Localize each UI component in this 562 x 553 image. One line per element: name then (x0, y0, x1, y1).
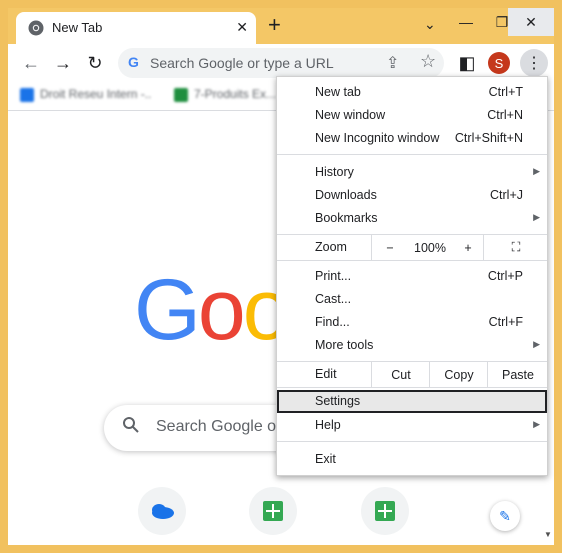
menu-item-history[interactable]: History ▶ (277, 161, 547, 184)
cut-button[interactable]: Cut (371, 362, 430, 387)
menu-item-label: Settings (315, 394, 361, 408)
scroll-down-icon[interactable]: ▼ (544, 530, 552, 539)
window-close-button[interactable]: ✕ (508, 8, 554, 36)
bookmark-item[interactable]: 7-Produits Ex... (174, 87, 276, 102)
chrome-menu: New tab Ctrl+T New window Ctrl+N New Inc… (276, 76, 548, 476)
menu-button[interactable]: ⋮ (520, 49, 548, 77)
bookmark-label: 7-Produits Ex... (194, 87, 277, 101)
reload-icon[interactable]: ↻ (82, 50, 108, 76)
forward-icon[interactable]: → (50, 50, 76, 76)
menu-item-label: Zoom (315, 240, 347, 254)
menu-edit-row: Edit Cut Copy Paste (277, 362, 547, 387)
side-panel-icon[interactable]: ◧ (454, 50, 480, 76)
avatar[interactable]: S (488, 52, 510, 74)
menu-item-shortcut: Ctrl+N (487, 108, 523, 122)
menu-zoom-row: Zoom − 100% + ⛶ (277, 235, 547, 260)
menu-item-shortcut: Ctrl+P (487, 269, 523, 283)
sheets-icon (174, 87, 188, 102)
tab-new-tab[interactable]: New Tab ✕ (16, 12, 256, 44)
shortcut-onedrive[interactable] (138, 487, 186, 535)
menu-item-print[interactable]: Print... Ctrl+P (277, 265, 547, 288)
menu-item-new-tab[interactable]: New tab Ctrl+T (277, 81, 547, 104)
bookmark-label: Droit Reseu Intern -.. (40, 87, 152, 101)
menu-item-bookmarks[interactable]: Bookmarks ▶ (277, 207, 547, 230)
new-tab-button[interactable]: + (268, 12, 281, 38)
menu-divider (277, 260, 547, 261)
shortcut-sheets[interactable] (249, 487, 297, 535)
logo-letter: G (134, 262, 201, 358)
zoom-level: 100% (414, 240, 446, 255)
chrome-icon (28, 20, 44, 36)
omnibox[interactable]: G Search Google or type a URL ⇪ ☆ (118, 48, 444, 78)
menu-item-label: New tab (315, 85, 361, 99)
menu-item-label: Help (315, 418, 341, 432)
menu-item-shortcut: Ctrl+T (488, 85, 523, 99)
menu-item-label: New Incognito window (315, 131, 440, 145)
tab-strip: New Tab ✕ + ⌄ — ❐ ✕ (8, 8, 554, 44)
back-icon[interactable]: ← (18, 50, 44, 76)
menu-item-more-tools[interactable]: More tools ▶ (277, 334, 547, 357)
menu-item-label: Exit (315, 452, 336, 466)
menu-divider (277, 387, 547, 388)
logo-letter: o (197, 262, 246, 358)
shortcut-sheets[interactable] (361, 487, 409, 535)
search-placeholder: Search Google or (156, 418, 282, 435)
submenu-arrow-icon: ▶ (533, 339, 540, 349)
bookmark-star-icon[interactable]: ☆ (420, 51, 436, 72)
customize-pencil-icon[interactable]: ✎ (490, 501, 520, 531)
menu-divider (277, 154, 547, 155)
paste-button[interactable]: Paste (487, 362, 548, 387)
menu-item-downloads[interactable]: Downloads Ctrl+J (277, 184, 547, 207)
menu-item-exit[interactable]: Exit (277, 448, 547, 471)
menu-item-label: Bookmarks (315, 211, 378, 225)
menu-item-label: History (315, 165, 354, 179)
menu-item-new-window[interactable]: New window Ctrl+N (277, 104, 547, 127)
menu-item-label: Downloads (315, 188, 377, 202)
tab-title: New Tab (52, 20, 103, 35)
menu-item-shortcut: Ctrl+Shift+N (454, 131, 523, 145)
menu-divider (277, 441, 547, 442)
menu-item-label: New window (315, 108, 386, 122)
submenu-arrow-icon: ▶ (533, 419, 540, 429)
bookmark-item[interactable]: Droit Reseu Intern -.. (20, 87, 151, 102)
zoom-out-button[interactable]: − (371, 235, 408, 260)
menu-item-settings[interactable]: Settings (277, 390, 547, 413)
menu-item-find[interactable]: Find... Ctrl+F (277, 311, 547, 334)
menu-item-help[interactable]: Help ▶ (277, 414, 547, 437)
menu-item-incognito[interactable]: New Incognito window Ctrl+Shift+N (277, 127, 547, 150)
zoom-in-button[interactable]: + (453, 235, 483, 260)
tab-search-icon[interactable]: ⌄ (424, 16, 436, 33)
onedrive-icon (20, 87, 34, 102)
menu-item-shortcut: Ctrl+F (488, 315, 523, 329)
menu-item-label: Cast... (315, 292, 352, 306)
submenu-arrow-icon: ▶ (533, 212, 540, 222)
google-logo: Goo (134, 267, 291, 353)
submenu-arrow-icon: ▶ (533, 166, 540, 176)
sheets-icon (375, 501, 395, 521)
omnibox-placeholder: Search Google or type a URL (150, 55, 334, 71)
fullscreen-icon[interactable]: ⛶ (483, 235, 548, 260)
menu-item-cast[interactable]: Cast... (277, 288, 547, 311)
sheets-icon (263, 501, 283, 521)
menu-item-shortcut: Ctrl+J (490, 188, 523, 202)
tab-close-icon[interactable]: ✕ (236, 19, 248, 36)
copy-button[interactable]: Copy (429, 362, 488, 387)
menu-item-label: Print... (315, 269, 352, 283)
google-g-icon: G (128, 54, 139, 70)
share-icon[interactable]: ⇪ (386, 53, 399, 73)
search-icon (122, 416, 140, 439)
menu-item-label: More tools (315, 338, 374, 352)
menu-item-label: Find... (315, 315, 350, 329)
onedrive-icon (152, 504, 174, 519)
menu-item-label: Edit (315, 367, 337, 381)
